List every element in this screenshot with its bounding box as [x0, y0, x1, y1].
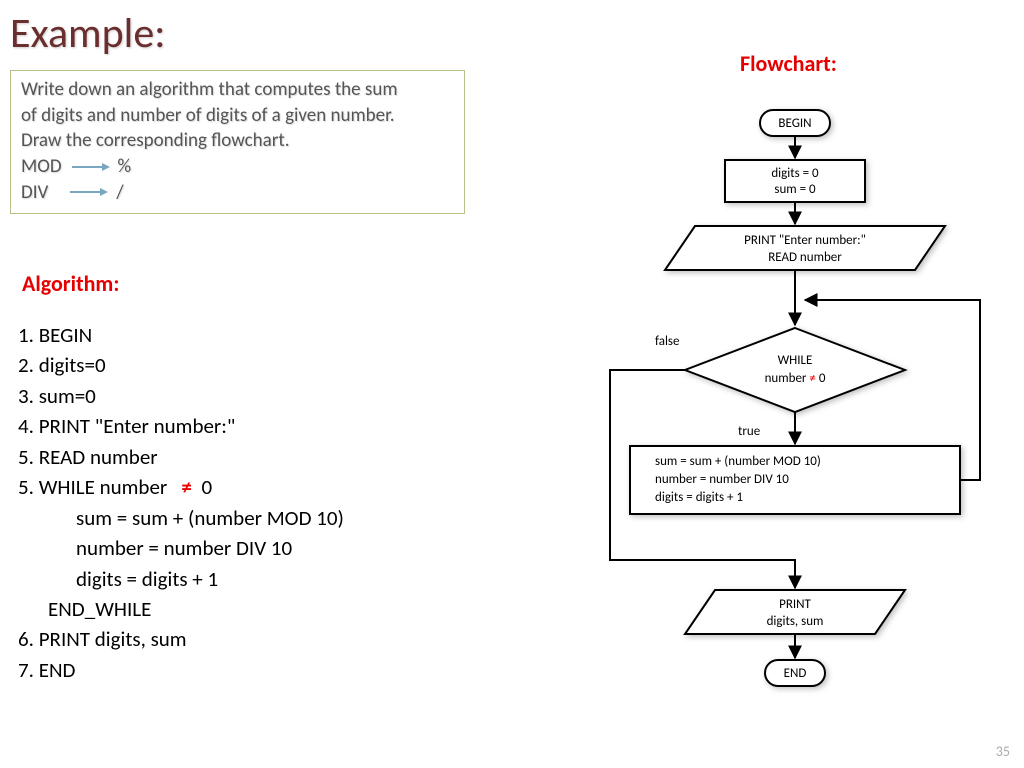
page-number: 35	[996, 743, 1010, 760]
algo-step: 7. END	[18, 655, 344, 685]
problem-line: of digits and number of digits of a give…	[21, 103, 454, 129]
flow-end: END	[784, 666, 807, 681]
algo-step: 1. BEGIN	[18, 320, 344, 350]
div-mapping-row: DIV /	[21, 180, 454, 206]
flow-body-2: number = number DIV 10	[655, 472, 789, 487]
algorithm-steps: 1. BEGIN 2. digits=0 3. sum=0 4. PRINT "…	[18, 320, 344, 685]
algo-step: 6. PRINT digits, sum	[18, 624, 344, 654]
page-title: Example:	[10, 8, 165, 59]
flow-true-label: true	[738, 424, 760, 439]
algo-step: 5. READ number	[18, 442, 344, 472]
mod-mapping-row: MOD %	[21, 154, 454, 180]
flowchart-diagram: BEGIN digits = 0 sum = 0 PRINT "Enter nu…	[560, 100, 1000, 720]
mod-label: MOD	[21, 154, 62, 180]
div-label: DIV	[21, 180, 48, 206]
problem-line: Write down an algorithm that computes th…	[21, 77, 454, 103]
algo-step-text: 0	[197, 474, 212, 500]
flow-decision-1: WHILE	[778, 353, 813, 368]
flow-out-1: PRINT	[779, 597, 811, 612]
algo-step: sum = sum + (number MOD 10)	[18, 503, 344, 533]
algorithm-heading: Algorithm:	[22, 270, 119, 297]
flowchart-heading: Flowchart:	[740, 50, 837, 77]
flow-false-label: false	[655, 334, 679, 349]
flow-io-2: READ number	[768, 250, 842, 265]
algo-step: 5. WHILE number ≠ 0	[18, 472, 344, 502]
flow-init-1: digits = 0	[771, 166, 819, 181]
algo-step: 4. PRINT "Enter number:"	[18, 411, 344, 441]
flow-decision-2: number ≠ 0	[765, 371, 826, 386]
flow-io-1: PRINT "Enter number:"	[744, 233, 866, 248]
algo-step: END_WHILE	[18, 594, 344, 624]
algo-step: digits = digits + 1	[18, 564, 344, 594]
flow-begin: BEGIN	[778, 116, 811, 131]
problem-statement-box: Write down an algorithm that computes th…	[10, 70, 465, 214]
mod-symbol: %	[118, 154, 132, 180]
neq-icon: ≠	[181, 474, 191, 500]
algo-step-text: 5. WHILE number	[18, 474, 172, 500]
flow-out-2: digits, sum	[767, 614, 824, 629]
arrow-icon	[68, 186, 108, 198]
algo-step: 3. sum=0	[18, 381, 344, 411]
problem-line: Draw the corresponding flowchart.	[21, 128, 454, 154]
algo-step: number = number DIV 10	[18, 533, 344, 563]
flow-body-3: digits = digits + 1	[655, 490, 743, 505]
algo-step: 2. digits=0	[18, 350, 344, 380]
flow-init-2: sum = 0	[774, 182, 816, 197]
div-symbol: /	[116, 180, 123, 206]
flow-body-1: sum = sum + (number MOD 10)	[655, 454, 821, 469]
arrow-icon	[70, 161, 110, 173]
